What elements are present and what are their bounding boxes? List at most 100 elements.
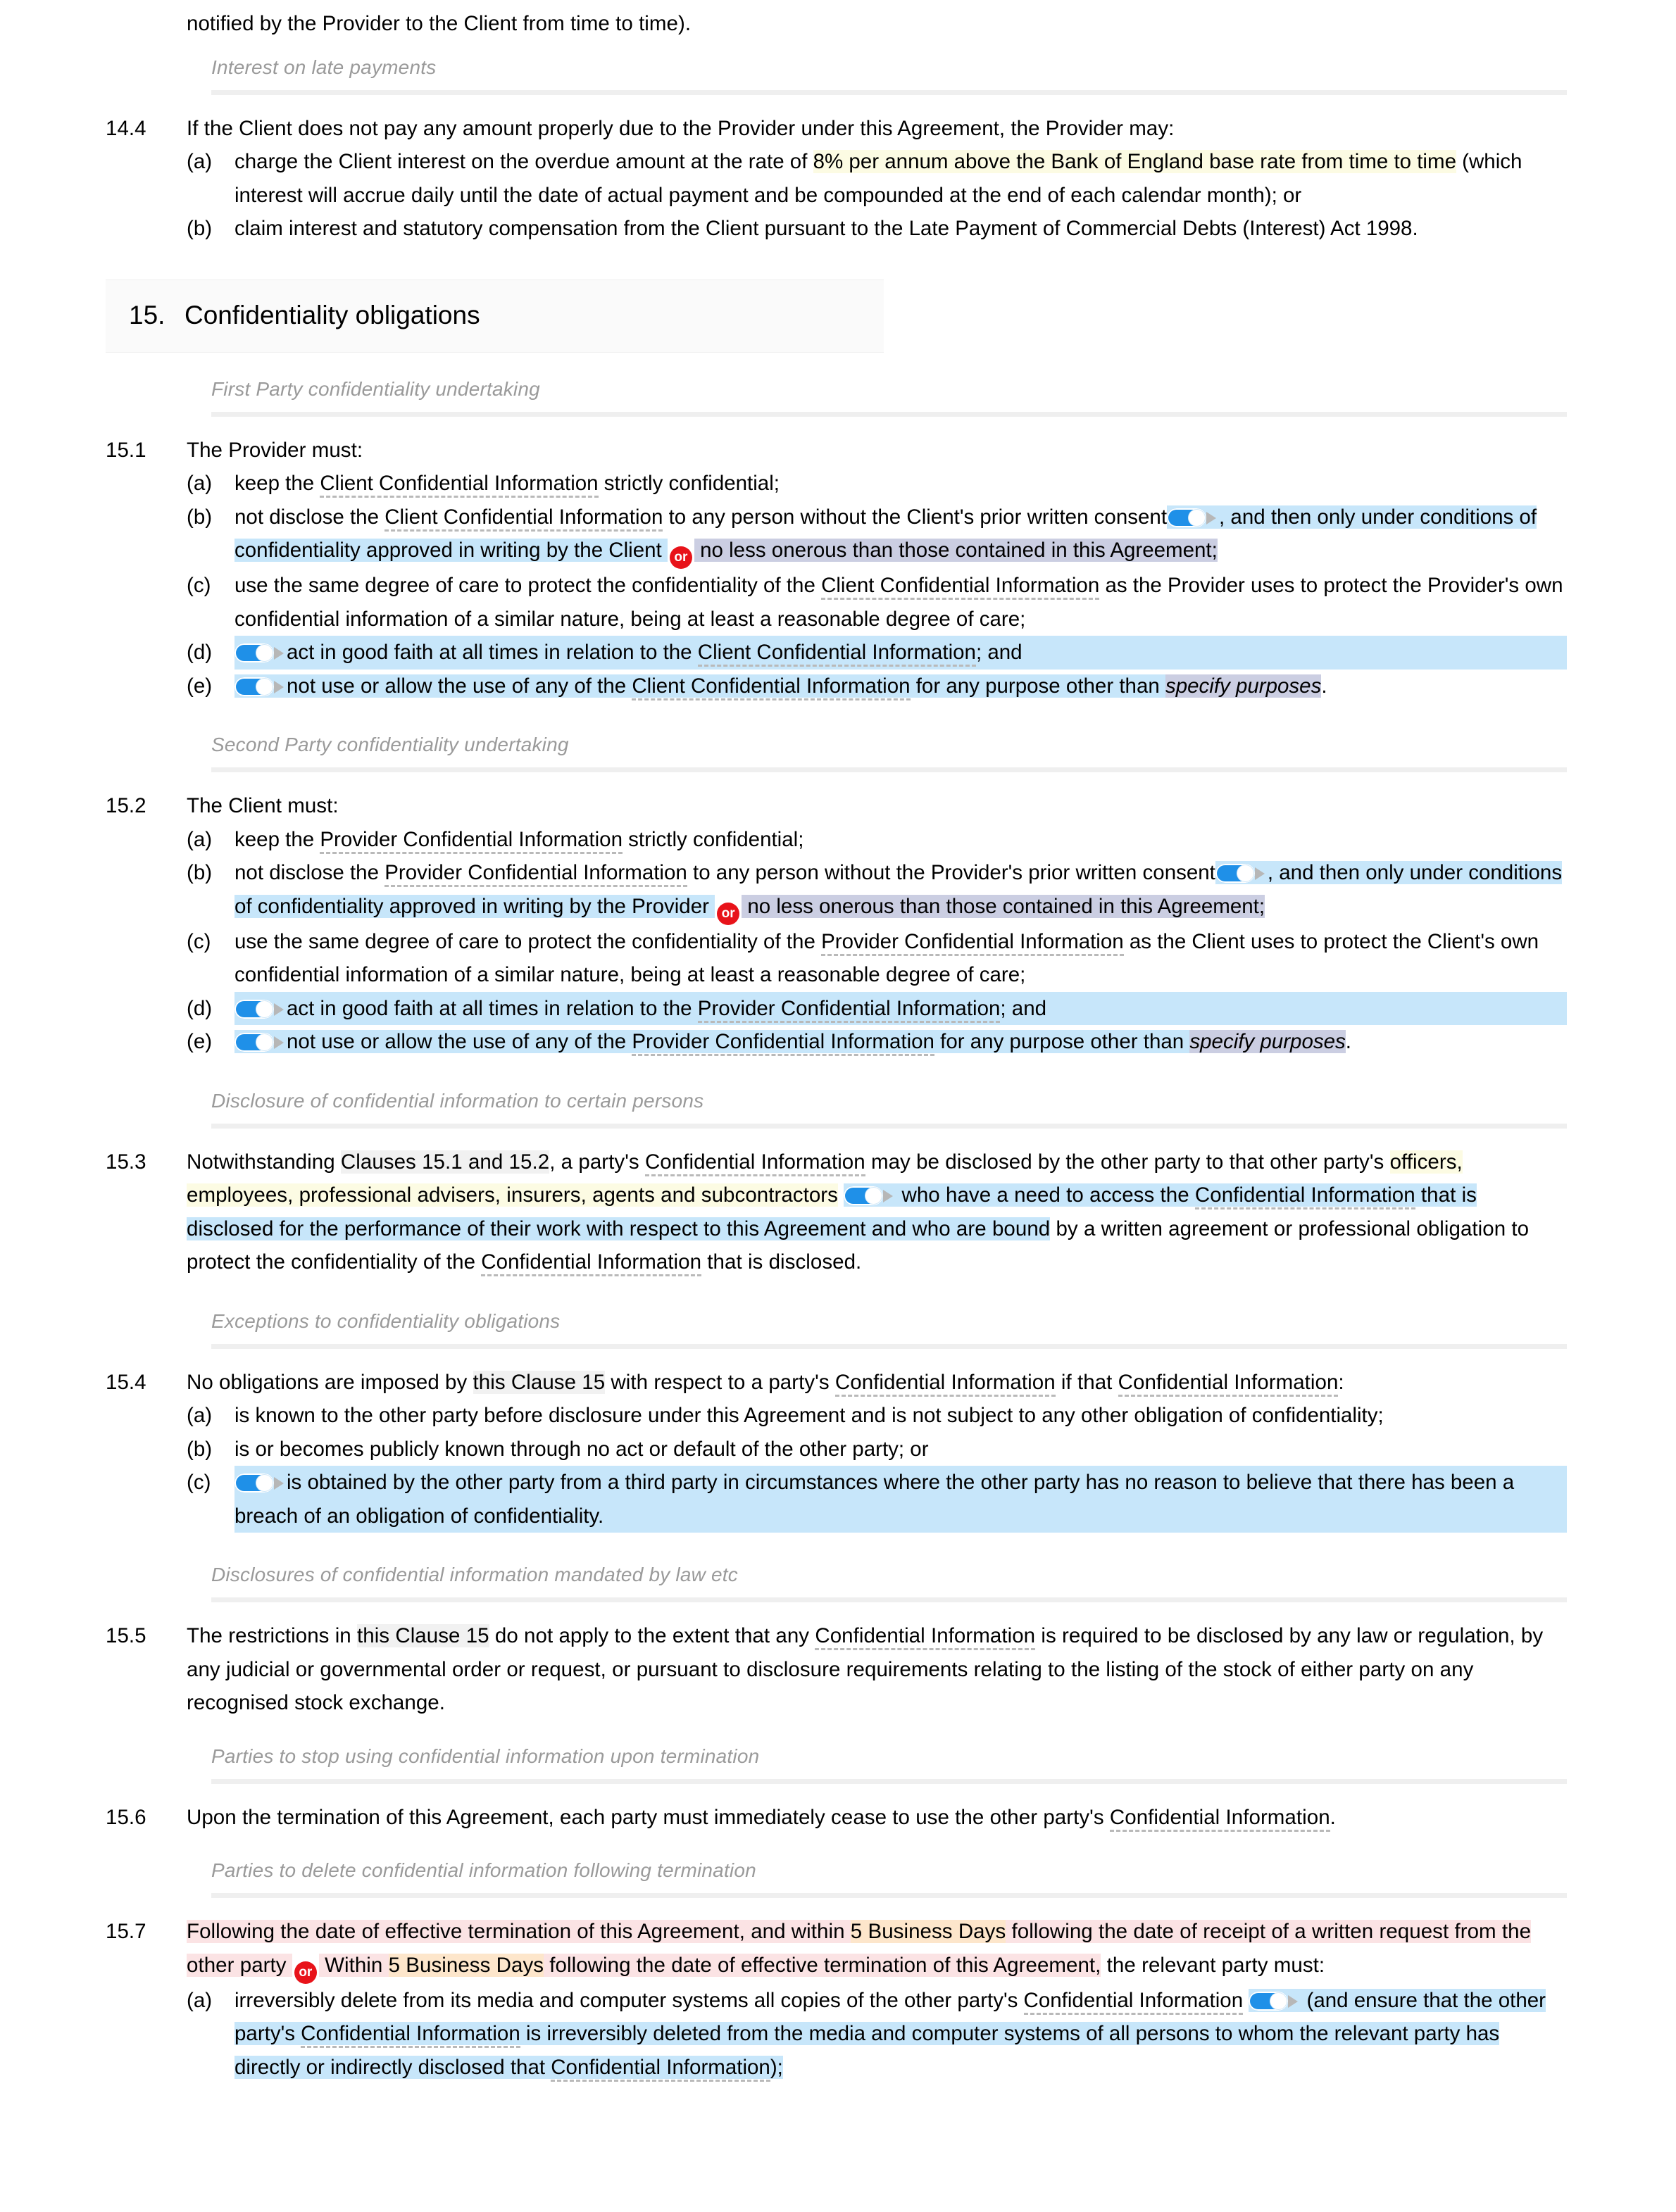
alternative-clause-block: no less onerous than those contained in … (742, 894, 1265, 918)
variable-field-days[interactable]: 5 Business Days (388, 1953, 544, 1977)
toggle-switch-on-icon[interactable] (234, 1033, 285, 1052)
clause-lead-text: The Provider must: (187, 438, 363, 462)
toggle-switch-on-icon[interactable] (844, 1186, 894, 1205)
subclause-label: (a) (187, 827, 213, 851)
defined-term[interactable]: Client Confidential Information (821, 574, 1100, 600)
text-part: . (1330, 1805, 1336, 1829)
or-badge[interactable]: or (717, 902, 740, 925)
variable-field-days[interactable]: 5 Business Days (850, 1920, 1006, 1943)
text-part: Within (318, 1953, 389, 1977)
text-part: use the same degree of care to protect t… (234, 574, 822, 597)
subclause-15-1-a: (a) keep the Client Confidential Informa… (187, 467, 1567, 501)
subclause-15-2-a: (a) keep the Provider Confidential Infor… (187, 823, 1567, 857)
toggle-switch-on-icon[interactable] (1249, 1991, 1299, 2011)
defined-term[interactable]: Client Confidential Information (320, 472, 599, 498)
text-part: to any person without the Provider's pri… (687, 861, 1215, 884)
defined-term[interactable]: Confidential Information (815, 1624, 1036, 1650)
cross-reference[interactable]: this Clause 15 (357, 1624, 489, 1647)
defined-term[interactable]: Confidential Information (1118, 1370, 1339, 1397)
clause-lead-text: The Client must: (187, 794, 339, 817)
defined-term[interactable]: Confidential Information (1194, 1183, 1415, 1209)
defined-term[interactable]: Provider Confidential Information (320, 827, 623, 854)
caret-right-icon (274, 647, 284, 660)
text-part: may be disclosed by the other party to t… (865, 1150, 1390, 1174)
caret-right-icon (1206, 511, 1217, 524)
subclause-text: use the same degree of care to protect t… (234, 569, 1567, 636)
subclause-text: use the same degree of care to protect t… (234, 925, 1567, 992)
text-part: . (1321, 674, 1327, 698)
subclause-text-optional: act in good faith at all times in relati… (234, 636, 1567, 670)
toggle-knob (256, 1000, 273, 1017)
toggle-switch-on-icon[interactable] (1215, 864, 1266, 883)
subclause-15-2-d: (d) act in good faith at all times in re… (187, 991, 1567, 1025)
subclause-label: (b) (187, 1437, 213, 1461)
text-part: , a party's (549, 1150, 645, 1174)
clause-text: Following the date of effective terminat… (187, 1915, 1567, 1984)
text-part: not disclose the (234, 505, 385, 529)
defined-term[interactable]: Client Confidential Information (697, 641, 976, 667)
clause-15-6: 15.6 Upon the termination of this Agreem… (106, 1801, 1567, 1835)
defined-term[interactable]: Confidential Information (551, 2055, 770, 2082)
defined-term[interactable]: Client Confidential Information (384, 505, 663, 532)
text-part: irreversibly delete from its media and c… (234, 1988, 1024, 2012)
text-part: ); (770, 2055, 783, 2079)
toggle-switch-on-icon[interactable] (234, 643, 285, 662)
subclause-label: (a) (187, 1988, 213, 2012)
clause-number: 15.7 (106, 1920, 146, 1943)
subclause-15-4-c: (c) is obtained by the other party from … (187, 1466, 1567, 1533)
defined-term[interactable]: Provider Confidential Information (632, 1030, 934, 1056)
defined-term[interactable]: Confidential Information (481, 1250, 702, 1276)
toggle-switch-on-icon[interactable] (1167, 508, 1218, 527)
defined-term[interactable]: Confidential Information (1023, 1988, 1244, 2015)
clause-number: 15.2 (106, 794, 146, 817)
subclause-label: (a) (187, 472, 213, 495)
text-part: for any purpose other than (934, 1030, 1190, 1053)
subclause-text: not disclose the Client Confidential Inf… (234, 501, 1567, 569)
placeholder-field[interactable]: specify purposes (1189, 1030, 1346, 1053)
highlight-yellow-interest-rate[interactable]: 8% per annum above the Bank of England b… (813, 150, 1456, 173)
toggle-switch-on-icon[interactable] (234, 1473, 285, 1493)
toggle-switch-on-icon[interactable] (234, 677, 285, 696)
side-heading-first-party: First Party confidentiality undertaking (211, 377, 540, 400)
subclause-text: charge the Client interest on the overdu… (234, 145, 1567, 212)
optional-clause-block: not use or allow the use of any of the P… (234, 1030, 1190, 1056)
or-badge[interactable]: or (294, 1961, 317, 1984)
clause-number: 15.6 (106, 1805, 146, 1829)
heading-divider (211, 767, 1567, 772)
or-badge[interactable]: or (669, 546, 692, 569)
subclause-15-1-c: (c) use the same degree of care to prote… (187, 569, 1567, 636)
clause-text: The restrictions in this Clause 15 do no… (187, 1619, 1567, 1720)
caret-right-icon (883, 1190, 894, 1202)
defined-term[interactable]: Client Confidential Information (632, 674, 911, 700)
heading-divider (211, 1123, 1567, 1129)
defined-term[interactable]: Provider Confidential Information (821, 929, 1124, 956)
defined-term[interactable]: Confidential Information (644, 1150, 865, 1176)
cross-reference[interactable]: this Clause 15 (473, 1370, 606, 1394)
caret-right-icon (274, 1477, 284, 1490)
caret-right-icon (1254, 867, 1265, 880)
defined-term[interactable]: Confidential Information (1109, 1805, 1330, 1832)
text-part: not use or allow the use of any of the (287, 674, 632, 698)
clause-15-4-subclauses: (a) is known to the other party before d… (187, 1399, 1567, 1533)
subclause-text-optional: act in good faith at all times in relati… (234, 991, 1567, 1025)
toggle-switch-on-icon[interactable] (234, 999, 285, 1019)
clause-15-7: 15.7 Following the date of effective ter… (106, 1915, 1567, 1984)
alternative-clause-block-pink: Within 5 Business Days following the dat… (318, 1953, 1101, 1977)
subclause-14-4-a: (a) charge the Client interest on the ov… (187, 145, 1567, 212)
cross-reference[interactable]: Clauses 15.1 and 15.2 (340, 1150, 550, 1174)
defined-term[interactable]: Provider Confidential Information (697, 996, 1001, 1023)
defined-term[interactable]: Confidential Information (301, 2022, 520, 2048)
defined-term[interactable]: Provider Confidential Information (384, 861, 687, 887)
defined-term[interactable]: Confidential Information (834, 1370, 1056, 1397)
subclause-label: (c) (187, 1471, 211, 1494)
placeholder-field[interactable]: specify purposes (1165, 674, 1322, 698)
clause-15-1: 15.1 The Provider must: (106, 434, 1567, 467)
clause-lead-text: If the Client does not pay any amount pr… (187, 116, 1175, 140)
subclause-15-4-a: (a) is known to the other party before d… (187, 1399, 1567, 1433)
